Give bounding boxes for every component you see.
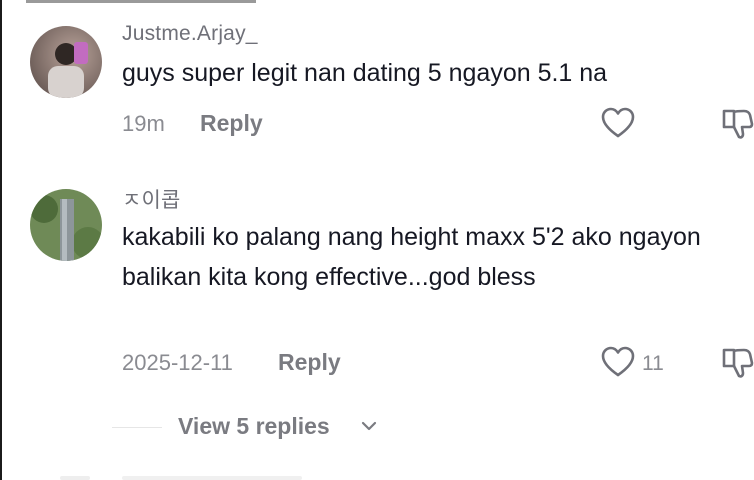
top-divider: [26, 0, 256, 3]
reply-button[interactable]: Reply: [278, 349, 341, 376]
comment-time: 2025-12-11: [122, 350, 233, 375]
left-frame-edge: [0, 0, 2, 480]
thumbs-down-outline-icon[interactable]: [720, 107, 754, 141]
comment-text: kakabili ko palang nang height maxx 5'2 …: [122, 223, 701, 291]
avatar[interactable]: [30, 189, 102, 261]
chevron-down-icon: [361, 421, 377, 431]
comment-time: 19m: [122, 111, 165, 136]
like-count: 11: [642, 352, 664, 375]
comment-text: guys super legit nan dating 5 ngayon 5.1…: [122, 59, 608, 87]
avatar-image: [30, 189, 102, 261]
view-replies-button[interactable]: View 5 replies: [112, 408, 392, 448]
view-replies-label: View 5 replies: [178, 413, 330, 439]
comment-username[interactable]: ㅈ이콥: [122, 184, 181, 214]
heart-outline-icon[interactable]: [601, 346, 635, 378]
replies-divider: [112, 427, 162, 428]
thumbs-down-outline-icon[interactable]: [720, 346, 754, 380]
comment-username[interactable]: Justme.Arjay_: [122, 22, 258, 46]
reply-button[interactable]: Reply: [200, 110, 263, 137]
avatar-image: [30, 26, 102, 98]
next-comment-partial: [60, 476, 302, 480]
avatar[interactable]: [30, 26, 102, 98]
heart-outline-icon[interactable]: [601, 107, 635, 139]
